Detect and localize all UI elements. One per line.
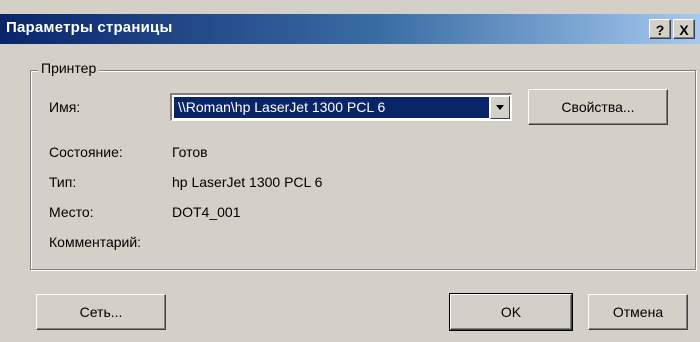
close-button[interactable]: X [673, 19, 695, 39]
page-setup-dialog: Параметры страницы ? X Принтер Имя: \\Ro… [0, 0, 700, 342]
dialog-title: Параметры страницы [6, 19, 173, 36]
title-bar[interactable]: Параметры страницы ? X [0, 14, 700, 44]
status-label: Состояние: [49, 144, 123, 160]
chevron-down-icon[interactable] [490, 96, 510, 119]
location-value: DOT4_001 [172, 204, 241, 220]
type-value: hp LaserJet 1300 PCL 6 [172, 174, 323, 190]
printer-name-label: Имя: [49, 99, 81, 115]
ok-button[interactable]: OK [449, 293, 573, 331]
network-button[interactable]: Сеть... [36, 294, 166, 330]
printer-name-value: \\Roman\hp LaserJet 1300 PCL 6 [174, 97, 489, 118]
help-button[interactable]: ? [649, 19, 671, 39]
printer-name-select[interactable]: \\Roman\hp LaserJet 1300 PCL 6 [170, 93, 512, 121]
properties-button[interactable]: Свойства... [528, 89, 668, 125]
comment-label: Комментарий: [49, 234, 142, 250]
location-label: Место: [49, 204, 94, 220]
printer-group-legend: Принтер [38, 60, 100, 76]
type-label: Тип: [49, 174, 77, 190]
cancel-button[interactable]: Отмена [588, 294, 688, 330]
status-value: Готов [172, 144, 208, 160]
